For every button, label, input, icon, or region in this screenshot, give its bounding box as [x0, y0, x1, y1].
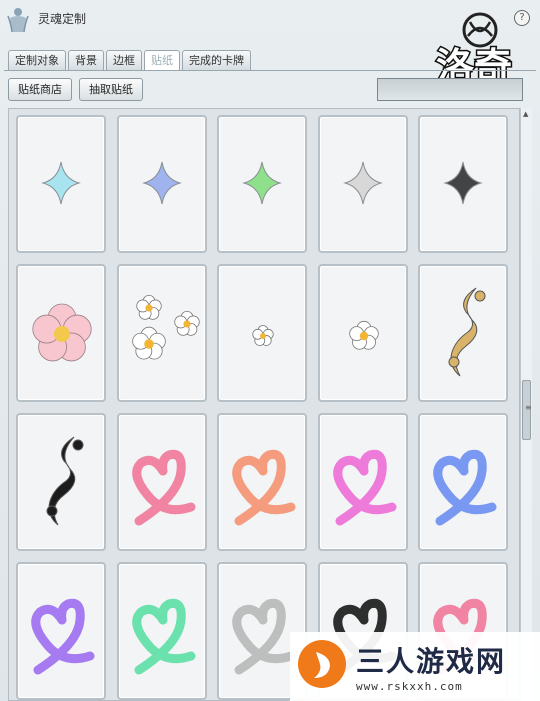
sticker-card[interactable] — [117, 413, 207, 551]
heart-sticker-icon — [333, 449, 397, 526]
scroll-thumb[interactable]: ≡ — [522, 380, 532, 440]
heart-sticker-icon — [433, 449, 497, 526]
sticker-card[interactable] — [117, 115, 207, 253]
tab-bar: 定制对象 背景 边框 贴纸 完成的卡牌 — [8, 50, 251, 70]
sticker-card[interactable] — [117, 264, 207, 402]
heart-sticker-icon — [132, 598, 196, 675]
sticker-shop-button[interactable]: 贴纸商店 — [8, 78, 72, 101]
swirl-sticker-icon — [46, 436, 84, 526]
sticker-card[interactable] — [418, 413, 508, 551]
daisies-sticker-icon — [132, 295, 200, 360]
sticker-card[interactable] — [318, 264, 408, 402]
window-title: 灵魂定制 — [38, 12, 87, 26]
heart-sticker-icon — [232, 449, 296, 526]
watermark: 三人游戏网 www.rskxxh.com — [290, 632, 540, 701]
tab-divider — [4, 70, 536, 71]
sticker-card[interactable] — [217, 413, 307, 551]
blossom-sticker-icon — [32, 303, 92, 362]
star-sticker-icon — [443, 161, 483, 205]
sticker-scrollbar[interactable]: ▲ ≡ — [520, 108, 532, 701]
tab-0[interactable]: 定制对象 — [8, 50, 66, 70]
sticker-card[interactable] — [117, 562, 207, 700]
grip-icon: ≡ — [525, 403, 532, 412]
sticker-card[interactable] — [418, 264, 508, 402]
watermark-logo-icon — [298, 640, 346, 688]
sticker-grid — [8, 108, 520, 701]
daisy-sticker-icon — [349, 320, 379, 350]
star-sticker-icon — [142, 161, 182, 205]
search-field[interactable] — [377, 78, 523, 101]
watermark-title: 三人游戏网 — [356, 645, 507, 678]
tab-2[interactable]: 边框 — [106, 50, 142, 70]
sticker-card[interactable] — [217, 115, 307, 253]
star-sticker-icon — [242, 161, 282, 205]
soul-customize-window: 灵魂定制 ? 洛奇 定制对象 背景 边框 贴纸 完成的卡牌 贴纸商店 抽取贴纸 ▲ ≡ … — [0, 0, 540, 701]
sticker-card[interactable] — [16, 264, 106, 402]
tab-1[interactable]: 背景 — [68, 50, 104, 70]
tab-3[interactable]: 贴纸 — [144, 50, 180, 70]
sticker-card[interactable] — [16, 115, 106, 253]
sticker-card[interactable] — [16, 562, 106, 700]
scroll-up-icon[interactable]: ▲ — [523, 110, 528, 118]
sticker-card[interactable] — [318, 413, 408, 551]
star-sticker-icon — [41, 161, 81, 205]
heart-sticker-icon — [132, 449, 196, 526]
swirl-sticker-icon — [448, 287, 486, 377]
sticker-card[interactable] — [318, 115, 408, 253]
sticker-card[interactable] — [418, 115, 508, 253]
watermark-url: www.rskxxh.com — [356, 680, 463, 693]
daisy-small-sticker-icon — [252, 325, 274, 346]
heart-sticker-icon — [31, 598, 95, 675]
sticker-card[interactable] — [217, 264, 307, 402]
soul-icon — [7, 8, 29, 33]
draw-sticker-button[interactable]: 抽取贴纸 — [79, 78, 143, 101]
star-sticker-icon — [343, 161, 383, 205]
sticker-card[interactable] — [16, 413, 106, 551]
tab-4[interactable]: 完成的卡牌 — [182, 50, 251, 70]
